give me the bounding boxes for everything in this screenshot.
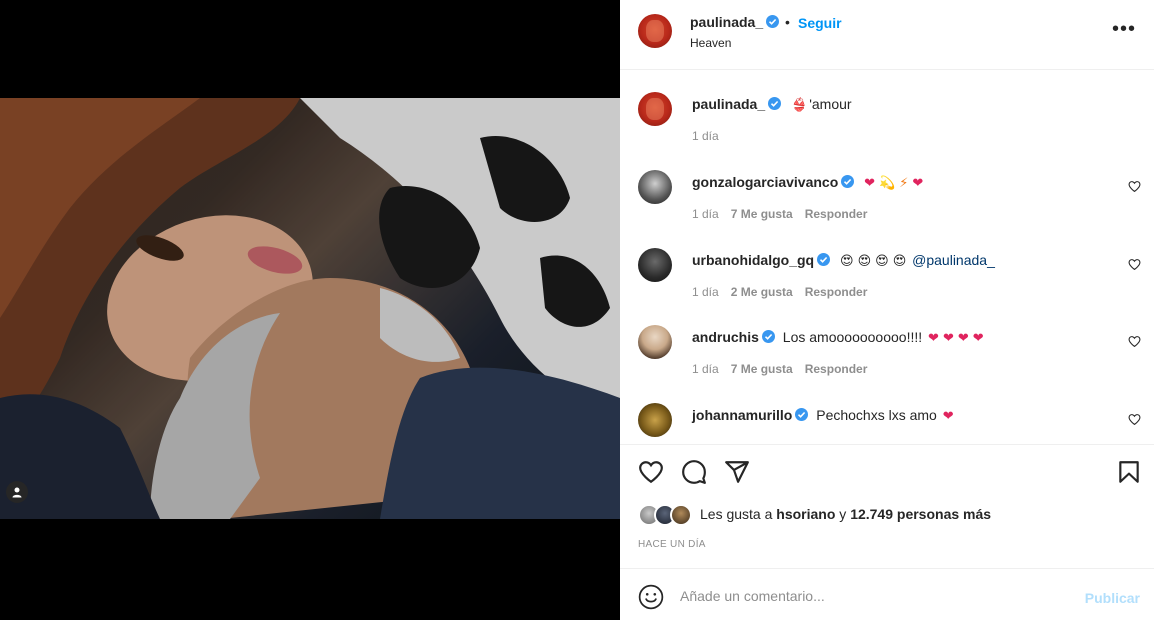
author-username[interactable]: paulinada_ bbox=[690, 14, 780, 30]
comment-text: andruchis Los amoooooooooo!!!! ❤ ❤ ❤ ❤ bbox=[692, 329, 986, 346]
more-options-icon[interactable]: ••• bbox=[1112, 19, 1136, 39]
comment-icon[interactable] bbox=[681, 459, 707, 485]
comment-username[interactable]: johannamurillo bbox=[692, 407, 792, 423]
follow-button[interactable]: Seguir bbox=[798, 15, 842, 31]
post-photo[interactable] bbox=[0, 98, 620, 519]
post-media-panel bbox=[0, 0, 620, 620]
separator-dot: • bbox=[785, 14, 790, 30]
caption-meta: 1 día bbox=[692, 129, 731, 143]
comments-list[interactable]: paulinada_ 👙'amour 1 día gonzalogarciavi… bbox=[620, 71, 1154, 443]
mention-link[interactable]: @paulinada_ bbox=[912, 252, 995, 268]
comment-likes[interactable]: 2 Me gusta bbox=[731, 285, 793, 299]
liker-username[interactable]: hsoriano bbox=[776, 506, 835, 522]
likes-count-link[interactable]: 12.749 personas más bbox=[850, 506, 991, 522]
heart-eyes-emoji-icon: 😍 bbox=[892, 253, 907, 268]
likes-summary: Les gusta a hsoriano y 12.749 personas m… bbox=[700, 506, 991, 522]
post-location[interactable]: Heaven bbox=[690, 36, 731, 50]
verified-badge-icon bbox=[768, 97, 782, 110]
comment-meta: 1 día 2 Me gusta Responder bbox=[692, 285, 879, 299]
comment-likes[interactable]: 7 Me gusta bbox=[731, 207, 793, 221]
reply-button[interactable]: Responder bbox=[805, 285, 868, 299]
comment-meta: 1 día 7 Me gusta Responder bbox=[692, 362, 879, 376]
caption-text: paulinada_ 👙'amour bbox=[692, 96, 852, 113]
dizzy-emoji-icon: 💫 bbox=[879, 175, 896, 190]
caption-body: 'amour bbox=[809, 96, 852, 112]
tagged-user-icon[interactable] bbox=[6, 481, 28, 503]
post-details-panel: paulinada_ • Seguir Heaven ••• paulinada… bbox=[620, 0, 1154, 620]
publish-button[interactable]: Publicar bbox=[1085, 590, 1140, 606]
caption-username[interactable]: paulinada_ bbox=[692, 96, 765, 112]
heart-emoji-icon: ❤ bbox=[972, 330, 984, 345]
heart-emoji-icon: ❤ bbox=[942, 330, 954, 345]
heart-emoji-icon: ❤ bbox=[912, 175, 924, 190]
bikini-emoji-icon: 👙 bbox=[791, 97, 808, 112]
comment-likes[interactable]: 7 Me gusta bbox=[731, 362, 793, 376]
heart-emoji-icon: ❤ bbox=[864, 175, 876, 190]
comment-body: Pechochxs lxs amo bbox=[816, 407, 937, 423]
like-comment-heart-icon[interactable] bbox=[1128, 335, 1141, 348]
comment-time[interactable]: 1 día bbox=[692, 362, 719, 376]
like-comment-heart-icon[interactable] bbox=[1128, 258, 1141, 271]
author-avatar[interactable] bbox=[638, 14, 672, 48]
post-timestamp[interactable]: HACE UN DÍA bbox=[638, 539, 706, 550]
comment-avatar[interactable] bbox=[638, 403, 672, 437]
heart-eyes-emoji-icon: 😍 bbox=[857, 253, 872, 268]
reply-button[interactable]: Responder bbox=[805, 362, 868, 376]
caption-time[interactable]: 1 día bbox=[692, 129, 719, 143]
like-heart-icon[interactable] bbox=[638, 459, 664, 485]
liker-avatar bbox=[670, 504, 692, 526]
verified-badge-icon bbox=[841, 175, 855, 188]
verified-badge-icon bbox=[795, 408, 809, 421]
photo-illustration bbox=[0, 98, 620, 519]
comment-time[interactable]: 1 día bbox=[692, 285, 719, 299]
share-send-icon[interactable] bbox=[724, 459, 750, 485]
comment-text: gonzalogarciavivanco ❤ 💫 ⚡ ❤ bbox=[692, 174, 925, 191]
comment-avatar[interactable] bbox=[638, 170, 672, 204]
caption-avatar[interactable] bbox=[638, 92, 672, 126]
verified-badge-icon bbox=[817, 253, 831, 266]
comment-composer: Publicar bbox=[620, 568, 1154, 620]
comment-text: johannamurillo Pechochxs lxs amo ❤ bbox=[692, 407, 956, 424]
like-comment-heart-icon[interactable] bbox=[1128, 180, 1141, 193]
reply-button[interactable]: Responder bbox=[805, 207, 868, 221]
comment-username[interactable]: urbanohidalgo_gq bbox=[692, 252, 814, 268]
comment-body: Los amoooooooooo!!!! bbox=[782, 329, 923, 345]
comment-input[interactable] bbox=[680, 583, 1070, 609]
heart-eyes-emoji-icon: 😍 bbox=[840, 253, 854, 268]
post-header: paulinada_ • Seguir Heaven ••• bbox=[620, 0, 1154, 70]
verified-badge-icon bbox=[766, 15, 780, 28]
comment-time[interactable]: 1 día bbox=[692, 207, 719, 221]
heart-emoji-icon: ❤ bbox=[957, 330, 969, 345]
comment-username[interactable]: andruchis bbox=[692, 329, 759, 345]
comment-text: urbanohidalgo_gq 😍 😍 😍 😍 @paulinada_ bbox=[692, 252, 995, 269]
heart-emoji-icon: ❤ bbox=[928, 330, 939, 345]
heart-emoji-icon: ❤ bbox=[942, 408, 954, 423]
lightning-emoji-icon: ⚡ bbox=[899, 175, 909, 190]
emoji-smiley-icon[interactable] bbox=[638, 584, 664, 610]
like-comment-heart-icon[interactable] bbox=[1128, 413, 1141, 426]
verified-badge-icon bbox=[761, 330, 775, 343]
comment-meta: 1 día 7 Me gusta Responder bbox=[692, 207, 879, 221]
heart-eyes-emoji-icon: 😍 bbox=[875, 253, 889, 268]
comment-username[interactable]: gonzalogarciavivanco bbox=[692, 174, 838, 190]
comment-avatar[interactable] bbox=[638, 325, 672, 359]
post-actions: Les gusta a hsoriano y 12.749 personas m… bbox=[620, 444, 1154, 568]
likes-prefix: Les gusta a bbox=[700, 506, 773, 522]
likes-connector: y bbox=[839, 506, 847, 522]
save-bookmark-icon[interactable] bbox=[1116, 459, 1142, 485]
comment-avatar[interactable] bbox=[638, 248, 672, 282]
